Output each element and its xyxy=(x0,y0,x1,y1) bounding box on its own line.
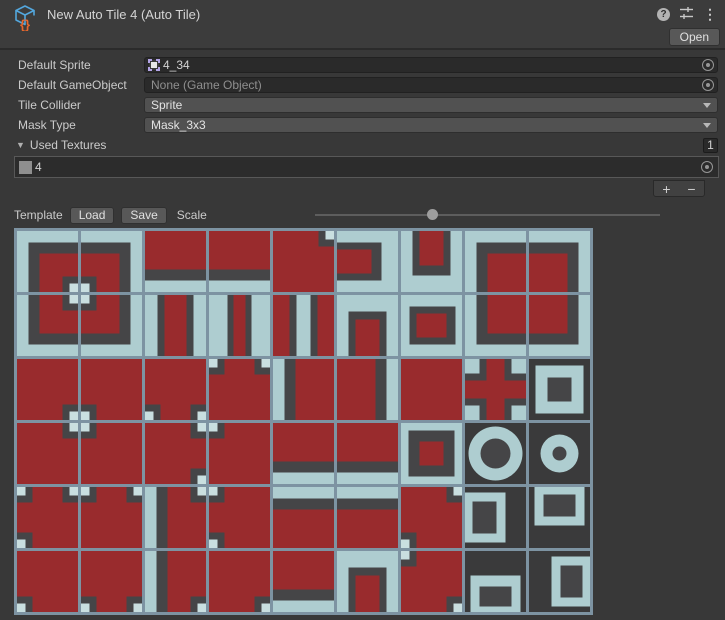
default-gameobject-field[interactable]: None (Game Object) xyxy=(144,77,718,93)
inspector-subheader: Open xyxy=(0,28,725,48)
remove-texture-button[interactable]: − xyxy=(679,181,704,196)
tileset-preview[interactable] xyxy=(14,228,593,615)
scriptable-object-icon: {} xyxy=(12,3,40,31)
chevron-down-icon xyxy=(703,123,711,128)
header-icons: ? ⋮ xyxy=(657,6,717,23)
used-textures-label[interactable]: Used Textures xyxy=(30,138,106,152)
presets-icon[interactable] xyxy=(679,6,694,23)
open-button[interactable]: Open xyxy=(669,28,720,46)
add-texture-button[interactable]: + xyxy=(654,181,679,196)
default-sprite-field[interactable]: 4_34 xyxy=(144,57,718,73)
inspector-titlebar: {} New Auto Tile 4 (Auto Tile) ? ⋮ O xyxy=(0,0,725,50)
object-picker-icon[interactable] xyxy=(701,161,713,173)
mask-type-dropdown[interactable]: Mask_3x3 xyxy=(144,117,718,133)
tile-collider-value: Sprite xyxy=(151,98,182,112)
svg-text:{}: {} xyxy=(20,17,30,31)
used-textures-row: ▼ Used Textures 1 xyxy=(16,136,718,154)
tile-collider-row: Tile Collider Sprite xyxy=(18,96,718,114)
default-sprite-value: 4_34 xyxy=(163,58,190,72)
scale-slider-track[interactable] xyxy=(315,214,660,216)
scale-slider[interactable] xyxy=(315,208,660,222)
object-picker-icon[interactable] xyxy=(702,79,714,91)
default-gameobject-label: Default GameObject xyxy=(18,78,144,92)
texture-name: 4 xyxy=(35,160,42,174)
template-label: Template xyxy=(14,208,63,222)
default-sprite-label: Default Sprite xyxy=(18,58,144,72)
used-textures-count[interactable]: 1 xyxy=(703,138,718,153)
texture-thumbnail xyxy=(19,161,32,174)
object-picker-icon[interactable] xyxy=(702,59,714,71)
save-button[interactable]: Save xyxy=(121,207,166,224)
inspector-fields: Default Sprite 4_34 Default GameOb xyxy=(0,50,725,197)
chevron-down-icon xyxy=(703,103,711,108)
scale-label: Scale xyxy=(177,208,207,222)
default-sprite-row: Default Sprite 4_34 xyxy=(18,56,718,74)
foldout-arrow-icon[interactable]: ▼ xyxy=(16,140,25,150)
mask-type-value: Mask_3x3 xyxy=(151,118,206,132)
texture-list-item[interactable]: 4 xyxy=(14,156,719,178)
texture-list-footer: + − xyxy=(0,180,705,197)
kebab-menu-icon[interactable]: ⋮ xyxy=(703,7,717,21)
default-gameobject-value: None (Game Object) xyxy=(151,78,262,92)
tileset-preview-container xyxy=(14,228,725,615)
page-title: New Auto Tile 4 (Auto Tile) xyxy=(47,7,657,22)
mask-type-row: Mask Type Mask_3x3 xyxy=(18,116,718,134)
scale-slider-handle[interactable] xyxy=(427,209,438,220)
mask-type-label: Mask Type xyxy=(18,118,144,132)
inspector-header: {} New Auto Tile 4 (Auto Tile) ? ⋮ xyxy=(0,0,725,28)
inspector-window: {} New Auto Tile 4 (Auto Tile) ? ⋮ O xyxy=(0,0,725,620)
default-gameobject-row: Default GameObject None (Game Object) xyxy=(18,76,718,94)
list-footer-box: + − xyxy=(653,180,705,197)
tile-collider-dropdown[interactable]: Sprite xyxy=(144,97,718,113)
help-icon[interactable]: ? xyxy=(657,8,670,21)
template-toolbar: Template Load Save Scale xyxy=(14,205,725,225)
tile-collider-label: Tile Collider xyxy=(18,98,144,112)
sprite-icon xyxy=(148,59,160,71)
load-button[interactable]: Load xyxy=(70,207,115,224)
